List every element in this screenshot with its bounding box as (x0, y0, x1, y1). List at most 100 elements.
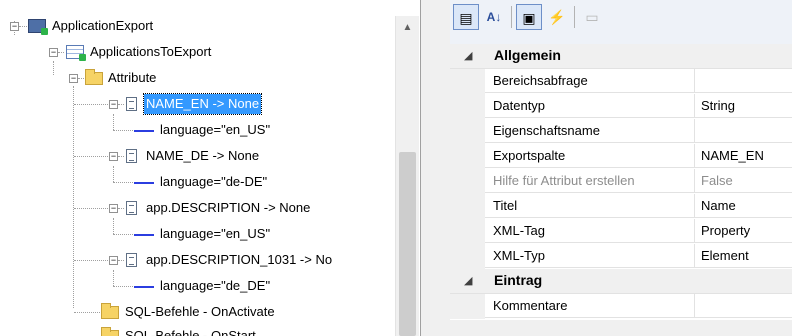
tree-guide (118, 104, 124, 105)
property-icon (134, 286, 154, 288)
grid-icon (66, 45, 86, 61)
property-name: XML-Tag (485, 219, 695, 243)
tree-node-label: NAME_DE -> None (146, 148, 260, 163)
collapse-toggle[interactable]: − (109, 100, 118, 109)
category-allgemein[interactable]: ◢ Allgemein (450, 44, 792, 69)
row-gutter (450, 119, 485, 144)
property-value[interactable] (695, 294, 792, 318)
collapse-toggle[interactable]: − (109, 204, 118, 213)
property-grid: ▤ A↓ ▣ ⚡ ▭ ◢ Allgemein Bereichsabfrage D… (450, 0, 792, 336)
tree-guide (118, 208, 124, 209)
tree-node-app-description[interactable]: − app.DESCRIPTION -> None (0, 198, 380, 218)
tree-node-applications-to-export[interactable]: − ApplicationsToExport (0, 42, 380, 62)
property-value: False (695, 169, 792, 193)
property-value[interactable]: NAME_EN (695, 144, 792, 168)
property-value[interactable]: Name (695, 194, 792, 218)
tree-node-label: SQL-Befehle - OnActivate (125, 304, 275, 319)
property-pages-icon: ▭ (585, 9, 599, 25)
row-gutter (450, 244, 485, 269)
application-icon (28, 19, 48, 35)
tree-node-label: app.DESCRIPTION_1031 -> No (146, 252, 333, 267)
tree-node-language-property[interactable]: language="de_DE" (0, 276, 380, 296)
collapse-toggle[interactable]: − (109, 152, 118, 161)
property-row-bereichsabfrage[interactable]: Bereichsabfrage (450, 69, 792, 94)
lightning-icon: ⚡ (548, 9, 566, 25)
property-row-xml-tag[interactable]: XML-Tag Property (450, 219, 792, 244)
property-row-kommentare[interactable]: Kommentare (450, 294, 792, 319)
tree-guide (74, 260, 108, 261)
tree-guide (118, 260, 124, 261)
collapse-triangle-icon[interactable]: ◢ (464, 49, 472, 62)
tree-guide (113, 130, 133, 131)
categorized-view-button[interactable]: ▤ (453, 4, 479, 30)
tree-node-label: language="de_DE" (160, 278, 271, 293)
category-label: Eintrag (494, 272, 543, 288)
property-grid-toolbar: ▤ A↓ ▣ ⚡ ▭ (450, 0, 792, 44)
property-value[interactable] (695, 69, 792, 93)
tree-node-application-export[interactable]: − ApplicationExport (0, 16, 380, 36)
properties-view-button[interactable]: ▣ (516, 4, 542, 30)
tree-node-label: ApplicationsToExport (90, 44, 212, 59)
property-icon (134, 130, 154, 132)
tree-guide (118, 156, 124, 157)
scroll-up-arrow-icon[interactable]: ▲ (396, 16, 419, 39)
sort-az-icon: A↓ (486, 10, 502, 24)
property-value[interactable]: String (695, 94, 792, 118)
folder-icon (85, 69, 103, 85)
collapse-triangle-icon[interactable]: ◢ (464, 274, 472, 287)
toolbar-separator (574, 6, 575, 28)
alphabetical-sort-button[interactable]: A↓ (481, 4, 507, 30)
folder-icon (101, 303, 119, 319)
tree-node-label: Attribute (108, 70, 157, 85)
tree-scrollbar[interactable]: ▲ (395, 16, 419, 336)
splitter[interactable] (421, 0, 450, 336)
property-value[interactable]: Property (695, 219, 792, 243)
tree-node-label: ApplicationExport (52, 18, 154, 33)
document-icon (126, 149, 137, 163)
property-row-eigenschaftsname[interactable]: Eigenschaftsname (450, 119, 792, 144)
tree-node-sql-onactivate[interactable]: SQL-Befehle - OnActivate (0, 302, 380, 322)
tree-node-name-en[interactable]: − NAME_EN -> None (0, 93, 380, 115)
tree-node-name-de[interactable]: − NAME_DE -> None (0, 146, 380, 166)
property-name: Kommentare (485, 294, 695, 318)
row-gutter (450, 194, 485, 219)
property-icon (134, 234, 154, 236)
tree-node-language-property[interactable]: language="de-DE" (0, 172, 380, 192)
categorized-icon: ▤ (459, 10, 473, 26)
tree-node-app-description-1031[interactable]: − app.DESCRIPTION_1031 -> No (0, 250, 395, 270)
collapse-toggle[interactable]: − (69, 74, 78, 83)
tree-guide (74, 208, 108, 209)
category-eintrag[interactable]: ◢ Eintrag (450, 269, 792, 294)
property-row-xml-typ[interactable]: XML-Typ Element (450, 244, 792, 269)
property-name: XML-Typ (485, 244, 695, 268)
properties-icon: ▣ (522, 10, 536, 26)
tree-node-attribute-folder[interactable]: − Attribute (0, 68, 380, 88)
property-value[interactable]: Element (695, 244, 792, 268)
property-row-exportspalte[interactable]: Exportspalte NAME_EN (450, 144, 792, 169)
row-gutter (450, 219, 485, 244)
folder-icon (101, 327, 119, 336)
property-name: Titel (485, 194, 695, 218)
scroll-thumb[interactable] (399, 152, 416, 336)
property-value[interactable] (695, 119, 792, 143)
tree-view[interactable]: − ApplicationExport − ApplicationsToExpo… (0, 0, 421, 336)
tree-node-label: language="en_US" (160, 122, 271, 137)
tree-node-language-property[interactable]: language="en_US" (0, 120, 380, 140)
tree-node-language-property[interactable]: language="en_US" (0, 224, 380, 244)
row-gutter (450, 144, 485, 169)
tree-guide (78, 78, 84, 79)
property-icon (134, 182, 154, 184)
collapse-toggle[interactable]: − (10, 22, 19, 31)
collapse-toggle[interactable]: − (109, 256, 118, 265)
property-row-datentyp[interactable]: Datentyp String (450, 94, 792, 119)
property-row-hilfe-fuer-attribut[interactable]: Hilfe für Attribut erstellen False (450, 169, 792, 194)
collapse-toggle[interactable]: − (49, 48, 58, 57)
events-view-button[interactable]: ⚡ (544, 4, 570, 30)
toolbar-separator (511, 6, 512, 28)
property-grid-rows: ◢ Allgemein Bereichsabfrage Datentyp Str… (450, 44, 792, 319)
tree-guide (74, 156, 108, 157)
property-row-titel[interactable]: Titel Name (450, 194, 792, 219)
tree-guide (19, 26, 27, 27)
property-name: Eigenschaftsname (485, 119, 695, 143)
tree-node-sql-onstart[interactable]: SQL-Befehle - OnStart (0, 326, 380, 336)
